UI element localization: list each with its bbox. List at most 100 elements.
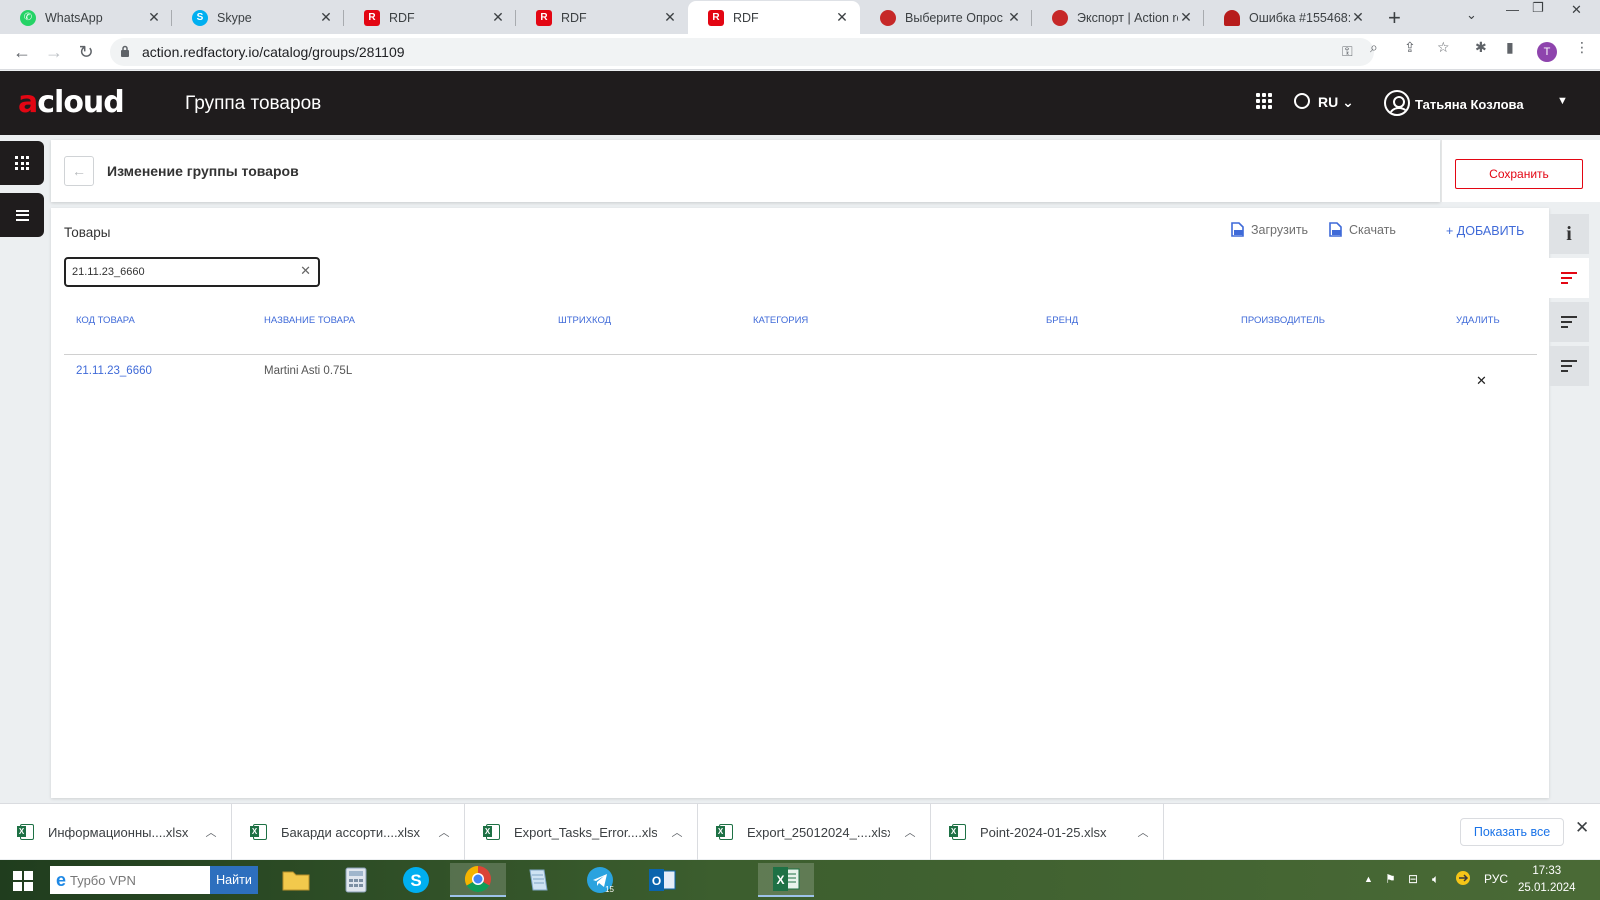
chevron-up-icon[interactable]: ︿: [1123, 824, 1163, 840]
download-item[interactable]: Бакарди ассорти....xlsx ︿: [233, 804, 465, 860]
column-header-brand[interactable]: БРЕНД: [1046, 315, 1078, 326]
download-button[interactable]: Скачать: [1329, 222, 1396, 237]
volume-icon[interactable]: 🔈︎: [1432, 872, 1439, 887]
tray-overflow-chevron-icon[interactable]: ▲: [1364, 874, 1373, 884]
clear-icon[interactable]: ✕: [300, 263, 311, 279]
close-icon[interactable]: ✕: [1178, 9, 1194, 26]
product-search-input[interactable]: 21.11.23_6660 ✕: [64, 257, 320, 287]
close-icon[interactable]: ✕: [490, 9, 506, 26]
upload-button[interactable]: Загрузить: [1231, 222, 1308, 237]
show-all-downloads-button[interactable]: Показать все: [1460, 818, 1564, 846]
apps-menu-button[interactable]: [0, 141, 44, 185]
zoom-icon[interactable]: ⌕: [1370, 39, 1378, 56]
browser-tab-survey[interactable]: Выберите Опрос д ✕: [860, 1, 1032, 34]
download-item[interactable]: Export_25012024_....xlsx ︿: [699, 804, 931, 860]
close-icon[interactable]: ✕: [146, 9, 162, 26]
download-file-name: Export_25012024_....xlsx: [747, 824, 890, 840]
add-product-button[interactable]: + ДОБАВИТЬ: [1446, 224, 1524, 238]
notes-app[interactable]: [510, 863, 566, 897]
apps-grid-icon[interactable]: [1256, 93, 1272, 109]
info-icon: i: [1566, 222, 1572, 245]
browser-tab-rdf[interactable]: R RDF ✕: [344, 1, 516, 34]
chevron-up-icon[interactable]: ︿: [191, 824, 231, 840]
user-avatar-icon[interactable]: [1384, 90, 1410, 116]
browser-tab-rdf[interactable]: R RDF ✕: [516, 1, 688, 34]
telegram-app[interactable]: 15: [572, 863, 628, 897]
column-header-name[interactable]: НАЗВАНИЕ ТОВАРА: [264, 315, 355, 326]
extensions-puzzle-icon[interactable]: ✱: [1475, 39, 1487, 56]
system-clock[interactable]: 17:33 25.01.2024: [1518, 863, 1576, 897]
chevron-down-icon: ⌄: [1338, 94, 1354, 110]
new-tab-plus-icon[interactable]: +: [1388, 5, 1401, 31]
window-close-icon[interactable]: ✕: [1571, 2, 1582, 18]
save-button[interactable]: Сохранить: [1455, 159, 1583, 189]
calculator-app[interactable]: [328, 863, 384, 897]
globe-icon[interactable]: [1294, 93, 1310, 109]
explorer-app[interactable]: [268, 863, 324, 897]
close-icon[interactable]: ✕: [1006, 9, 1022, 26]
edit-panel-button-active[interactable]: [1549, 258, 1589, 298]
flag-icon[interactable]: ⚑: [1385, 872, 1396, 886]
search-value: 21.11.23_6660: [72, 266, 145, 278]
minimize-icon[interactable]: —: [1506, 2, 1519, 17]
info-panel-button[interactable]: i: [1549, 214, 1589, 254]
column-header-barcode[interactable]: ШТРИХКОД: [558, 315, 611, 326]
delete-row-close-icon[interactable]: ✕: [1476, 373, 1487, 389]
profile-avatar[interactable]: T: [1537, 42, 1557, 62]
side-panel-icon[interactable]: ▮: [1506, 39, 1514, 56]
lock-icon: [121, 45, 129, 57]
back-arrow-icon[interactable]: ←: [10, 40, 34, 64]
taskbar-search-button[interactable]: Найти: [210, 866, 258, 894]
edit-panel-button[interactable]: [1549, 302, 1589, 342]
browser-tab-skype[interactable]: S Skype ✕: [172, 1, 344, 34]
sidebar-menu-button[interactable]: [0, 193, 44, 237]
browser-tab-whatsapp[interactable]: ✆ WhatsApp ✕: [0, 1, 172, 34]
input-language[interactable]: РУС: [1484, 872, 1508, 886]
browser-tab-export[interactable]: Экспорт | Action re ✕: [1032, 1, 1204, 34]
share-icon[interactable]: ⇪: [1404, 39, 1416, 56]
close-icon[interactable]: ✕: [834, 9, 850, 26]
outlook-app[interactable]: O: [634, 863, 690, 897]
user-name[interactable]: Татьяна Козлова: [1415, 97, 1524, 112]
browser-tab-redmine[interactable]: Ошибка #155468: H ✕: [1204, 1, 1376, 34]
chevron-up-icon[interactable]: ︿: [657, 824, 697, 840]
taskbar-search-input[interactable]: e Турбо VPN: [50, 866, 210, 894]
bookmark-star-icon[interactable]: ☆: [1437, 39, 1450, 56]
chevron-up-icon[interactable]: ︿: [424, 824, 464, 840]
skype-app[interactable]: S: [388, 863, 444, 897]
download-item[interactable]: Point-2024-01-25.xlsx ︿: [932, 804, 1164, 860]
browser-menu-icon[interactable]: ⋮: [1575, 39, 1589, 56]
back-button[interactable]: ←: [64, 156, 94, 186]
language-selector[interactable]: RU ⌄: [1318, 94, 1354, 111]
windows-start-icon[interactable]: [13, 871, 33, 891]
reload-icon[interactable]: ↻: [74, 40, 98, 64]
product-code-link[interactable]: 21.11.23_6660: [76, 365, 152, 377]
download-item[interactable]: Информационны....xlsx ︿: [0, 804, 232, 860]
download-item[interactable]: Export_Tasks_Error....xlsx ︿: [466, 804, 698, 860]
close-icon[interactable]: ✕: [318, 9, 334, 26]
close-icon[interactable]: ✕: [662, 9, 678, 26]
vpn-status-icon[interactable]: [1455, 870, 1471, 889]
column-header-manufacturer[interactable]: ПРОИЗВОДИТЕЛЬ: [1241, 315, 1325, 326]
products-card: Товары Загрузить Скачать + ДОБАВИТЬ 21.1…: [51, 208, 1549, 798]
close-icon[interactable]: ✕: [1575, 818, 1589, 838]
user-menu-chevron-icon[interactable]: ▼: [1557, 95, 1568, 107]
browser-tab-rdf-active[interactable]: R RDF ✕: [688, 1, 860, 34]
restore-icon[interactable]: ❐: [1532, 0, 1544, 16]
network-icon[interactable]: ⊟: [1408, 872, 1418, 886]
tab-label: Skype: [217, 10, 252, 25]
excel-app[interactable]: X: [758, 863, 814, 897]
close-icon[interactable]: ✕: [1350, 9, 1366, 26]
column-header-category[interactable]: КАТЕГОРИЯ: [753, 315, 808, 326]
chevron-up-icon[interactable]: ︿: [890, 824, 930, 840]
forward-arrow-icon[interactable]: →: [42, 40, 66, 64]
column-header-code[interactable]: КОД ТОВАРА: [76, 315, 135, 326]
address-bar[interactable]: action.redfactory.io/catalog/groups/2811…: [110, 38, 1374, 66]
rdf-icon: R: [536, 9, 552, 26]
excel-file-icon: [250, 824, 267, 840]
acloud-logo[interactable]: acloud: [18, 85, 125, 120]
edit-panel-button[interactable]: [1549, 346, 1589, 386]
chrome-app[interactable]: [450, 863, 506, 897]
key-icon[interactable]: ⚿: [1342, 43, 1353, 60]
tab-search-chevron-icon[interactable]: ⌄: [1466, 7, 1477, 23]
